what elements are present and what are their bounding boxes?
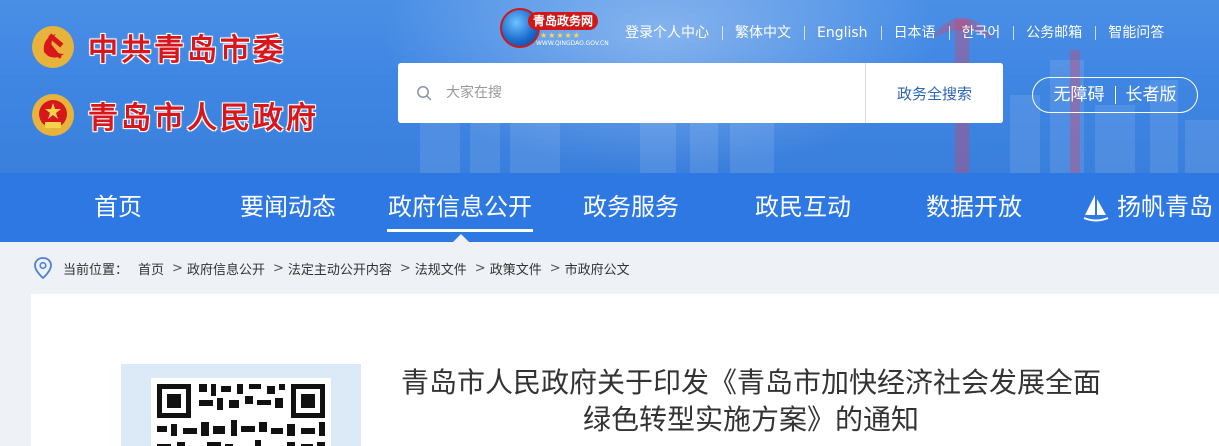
nav-item-yangfan-qingdao[interactable]: 扬帆青岛 [1116,173,1214,242]
location-pin-icon [34,257,52,279]
nav-item-gov-info-disclosure[interactable]: 政府信息公开 [387,173,533,242]
main-nav: 首页 要闻动态 政府信息公开 政务服务 政民互动 数据开放 扬帆青岛 [0,173,1219,242]
breadcrumb-municipal-documents[interactable]: 市政府公文 [565,259,630,278]
breadcrumb: 当前位置： 首页 > 政府信息公开 > 法定主动公开内容 > 法规文件 > 政策… [31,242,1219,294]
document-title-line-2: 绿色转型实施方案》的通知 [582,403,919,436]
brand-government-text: 青岛市人民政府 [88,101,319,136]
nav-item-open-data[interactable]: 数据开放 [925,173,1023,242]
document-title-line-1: 青岛市人民政府关于印发《青岛市加快经济社会发展全面 [400,366,1101,399]
brand-party-text: 中共青岛市委 [88,33,286,68]
active-nav-caret [453,234,469,242]
qr-code-card [121,364,361,446]
qr-code-image [151,378,331,446]
breadcrumb-label: 当前位置： [63,262,129,278]
document-content-panel: 青岛市人民政府关于印发《青岛市加快经济社会发展全面 绿色转型实施方案》的通知 [31,294,1219,446]
elder-mode-button[interactable]: 长者版 [1116,85,1187,105]
breadcrumb-policy-documents[interactable]: 政策文件 [490,259,542,278]
nav-item-news[interactable]: 要闻动态 [238,173,338,242]
breadcrumb-separator: > [172,260,183,276]
breadcrumb-statutory-content[interactable]: 法定主动公开内容 [288,259,392,278]
breadcrumb-separator: > [549,260,561,276]
party-emblem-icon [32,26,74,68]
national-emblem-icon [32,94,74,136]
accessibility-toggle-group: 无障碍 长者版 [1032,77,1198,113]
document-title: 青岛市人民政府关于印发《青岛市加快经济社会发展全面 绿色转型实施方案》的通知 [361,364,1141,438]
brand-party-committee[interactable]: 中共青岛市委 [30,24,286,70]
breadcrumb-separator: > [474,260,486,276]
portal-logo-url: WWW.QINGDAO.GOV.CN [536,40,609,47]
link-traditional-chinese[interactable]: 繁体中文 [722,22,804,44]
link-login-personal-center[interactable]: 登录个人中心 [612,22,722,44]
search-box: 政务全搜索 [398,63,1003,123]
qingdao-portal-logo[interactable]: 青岛政务网 ★★★★★ WWW.QINGDAO.GOV.CN [500,6,612,50]
search-icon [417,86,432,101]
breadcrumb-gov-info[interactable]: 政府信息公开 [187,259,265,278]
search-input[interactable] [446,73,865,113]
nav-item-public-interaction[interactable]: 政民互动 [754,173,852,242]
link-smart-qa[interactable]: 智能问答 [1095,22,1177,44]
portal-logo-stars: ★★★★★ [540,31,581,40]
search-all-button[interactable]: 政务全搜索 [865,63,1003,123]
sail-icon [1083,195,1109,222]
breadcrumb-home[interactable]: 首页 [138,259,164,278]
nav-item-gov-services[interactable]: 政务服务 [582,173,680,242]
top-utility-links: 登录个人中心 繁体中文 English 日本语 한국어 公务邮箱 智能问答 [612,22,1177,44]
link-japanese[interactable]: 日本语 [880,22,949,44]
brand-government[interactable]: 青岛市人民政府 [30,92,319,138]
nav-item-home[interactable]: 首页 [93,173,143,242]
portal-logo-name: 青岛政务网 [528,12,599,30]
link-korean[interactable]: 한국어 [948,22,1014,44]
barrier-free-button[interactable]: 无障碍 [1044,85,1115,105]
link-official-mail[interactable]: 公务邮箱 [1013,22,1095,44]
breadcrumb-regulations[interactable]: 法规文件 [415,259,467,278]
breadcrumb-separator: > [399,260,411,276]
breadcrumb-separator: > [272,260,284,276]
link-english[interactable]: English [804,22,881,44]
site-header: 中共青岛市委 青岛市人民政府 青岛政务网 ★★★★★ WWW.QINGDAO.G… [0,0,1219,173]
